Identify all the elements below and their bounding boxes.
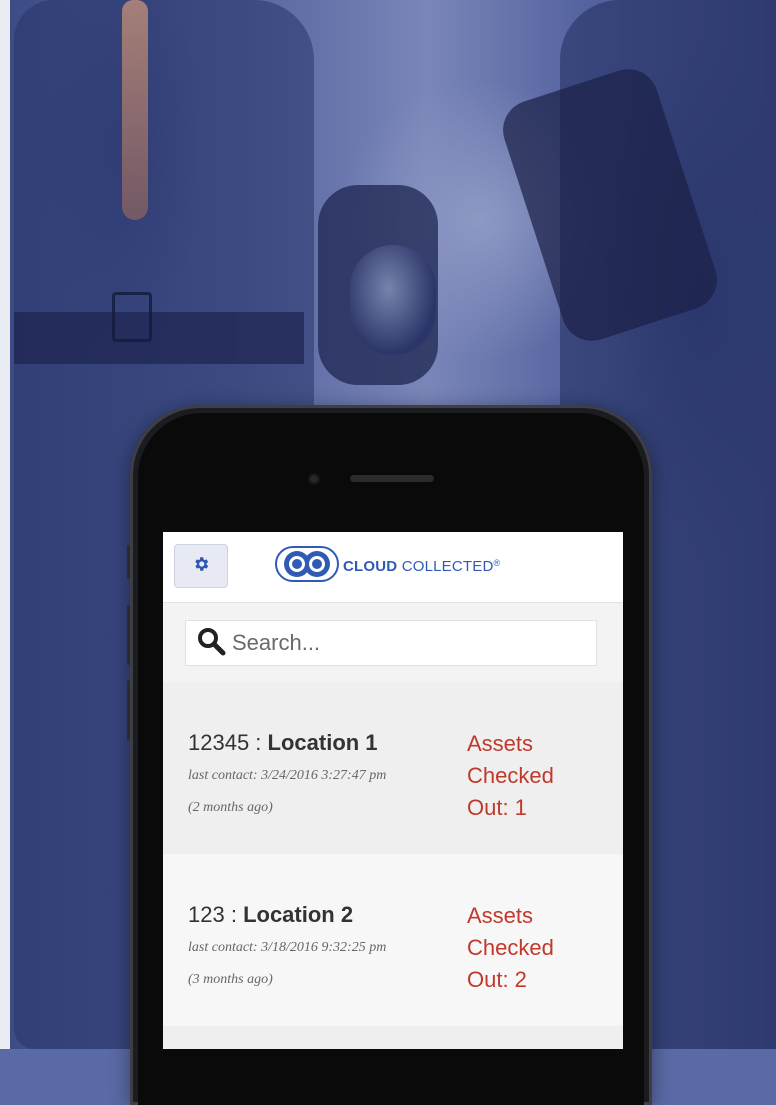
brand-name-rest: COLLECTED	[397, 557, 494, 575]
location-id: 123	[188, 902, 225, 927]
last-contact: last contact: 3/24/2016 3:27:47 pm	[188, 768, 387, 783]
left-edge-strip	[0, 0, 10, 1049]
app-header: CLOUD COLLECTED®	[163, 532, 623, 603]
status-line: Checked	[467, 763, 554, 788]
status-line: Checked	[467, 935, 554, 960]
status-line: Assets	[467, 731, 534, 756]
earpiece-speaker	[350, 475, 434, 482]
officer-braid	[122, 0, 148, 220]
cloud-collected-logo-icon	[275, 545, 339, 587]
settings-button[interactable]	[174, 544, 228, 588]
list-item-partial	[163, 1026, 623, 1049]
registered-mark: ®	[493, 557, 501, 568]
app-screen: CLOUD COLLECTED® 12345 : Location 1 last…	[163, 532, 623, 1049]
volume-up-button	[127, 605, 130, 665]
elbow-pad	[350, 245, 436, 355]
front-camera	[308, 473, 320, 485]
gear-icon	[192, 555, 210, 578]
last-contact: last contact: 3/18/2016 9:32:25 pm	[188, 940, 387, 955]
title-separator: :	[224, 902, 244, 927]
location-name: Location 1	[267, 730, 378, 755]
status-line: Out: 2	[467, 967, 527, 992]
brand-logo: CLOUD COLLECTED®	[275, 544, 500, 588]
status-line: Out: 1	[467, 795, 527, 820]
search-bar[interactable]	[185, 620, 597, 666]
location-title: 12345 : Location 1	[188, 730, 378, 756]
volume-down-button	[127, 680, 130, 740]
assets-checked-out-status: Assets Checked Out: 1	[467, 728, 577, 824]
search-input[interactable]	[230, 629, 594, 657]
search-icon	[196, 626, 226, 661]
relative-time: (2 months ago)	[188, 800, 273, 815]
duty-belt	[14, 312, 304, 364]
relative-time: (3 months ago)	[188, 972, 273, 987]
status-line: Assets	[467, 903, 534, 928]
title-separator: :	[249, 730, 268, 755]
belt-buckle	[112, 292, 152, 342]
location-title: 123 : Location 2	[188, 902, 353, 928]
brand-name: CLOUD COLLECTED®	[343, 558, 500, 575]
assets-checked-out-status: Assets Checked Out: 2	[467, 900, 577, 996]
location-id: 12345	[188, 730, 250, 755]
brand-name-bold: CLOUD	[343, 557, 398, 575]
location-list: 12345 : Location 1 last contact: 3/24/20…	[163, 682, 623, 1049]
list-item[interactable]: 12345 : Location 1 last contact: 3/24/20…	[163, 682, 623, 854]
list-item[interactable]: 123 : Location 2 last contact: 3/18/2016…	[163, 854, 623, 1026]
location-name: Location 2	[243, 902, 354, 927]
mute-switch	[127, 545, 130, 579]
